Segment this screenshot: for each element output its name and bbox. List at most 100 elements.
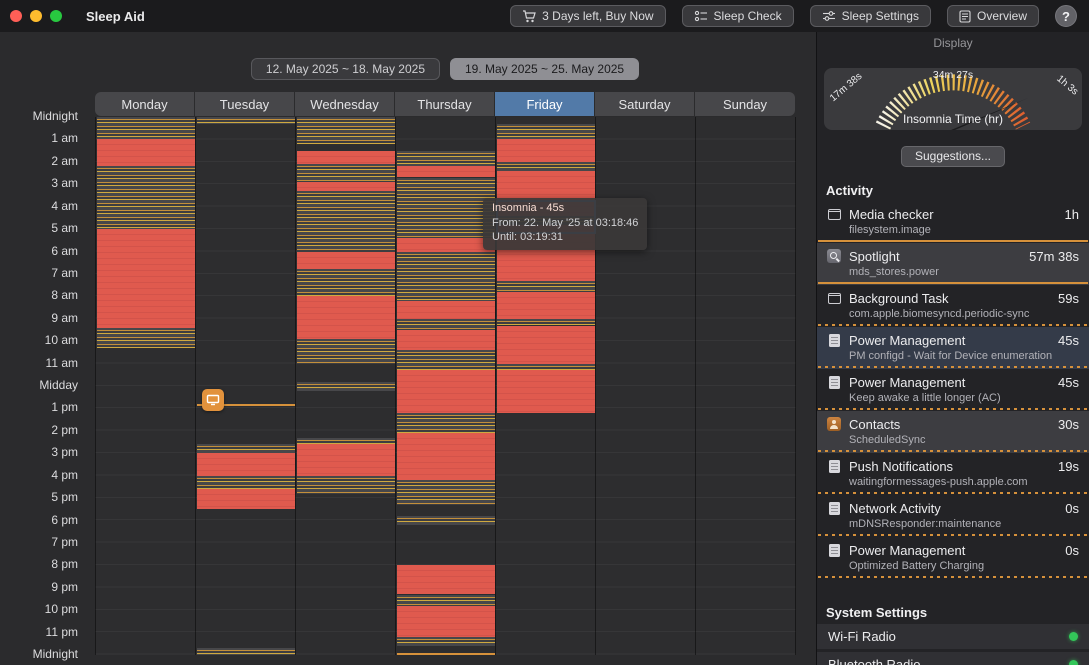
activity-stripes[interactable] [197, 475, 295, 490]
activity-stripes[interactable] [197, 648, 295, 655]
insomnia-block[interactable] [297, 150, 395, 165]
activity-stripes[interactable] [397, 318, 495, 330]
time-label-4: 4 am [51, 198, 78, 213]
insomnia-block[interactable] [397, 238, 495, 252]
activity-row-spotlight[interactable]: Spotlight 57m 38s mds_stores.power [817, 243, 1089, 285]
activity-duration: 45s [1058, 374, 1079, 390]
calendar-grid[interactable] [95, 117, 796, 655]
activity-stripes[interactable] [497, 363, 595, 371]
buy-now-button[interactable]: 3 Days left, Buy Now [510, 5, 666, 27]
activity-stripes[interactable] [397, 594, 495, 606]
activity-stripes[interactable] [97, 117, 195, 140]
day-header-monday[interactable]: Monday [95, 92, 195, 116]
tooltip-until: Until: 03:19:31 [492, 231, 563, 243]
insomnia-block[interactable] [397, 370, 495, 413]
insomnia-block[interactable] [297, 444, 395, 476]
day-header-tuesday[interactable]: Tuesday [195, 92, 295, 116]
insomnia-block[interactable] [297, 296, 395, 339]
suggestions-button[interactable]: Suggestions... [900, 146, 1006, 167]
activity-title: Contacts [849, 416, 901, 432]
day-header-saturday[interactable]: Saturday [595, 92, 695, 116]
activity-row-media-checker[interactable]: Media checker 1h filesystem.image [817, 201, 1089, 243]
activity-stripes[interactable] [297, 191, 395, 252]
day-column-sunday[interactable] [695, 117, 795, 655]
activity-stripes[interactable] [297, 164, 395, 182]
activity-stripes[interactable] [297, 475, 395, 494]
activity-row-line: Push Notifications 19s [826, 458, 1079, 474]
activity-stripes[interactable] [97, 327, 195, 348]
insomnia-block[interactable] [297, 251, 395, 270]
activity-stripes[interactable] [397, 637, 495, 647]
activity-row-power-management[interactable]: Power Management 0s Optimized Battery Char… [817, 537, 1089, 579]
activity-row-power-management[interactable]: Power Management 45s Keep awake a little l… [817, 369, 1089, 411]
time-label-13: 1 pm [51, 400, 78, 415]
activity-stripes[interactable] [297, 338, 395, 364]
help-button[interactable]: ? [1055, 5, 1077, 27]
week-tab-19-may-2025-25-may-2025[interactable]: 19. May 2025 ~ 25. May 2025 [450, 58, 640, 80]
activity-stripes[interactable] [397, 412, 495, 434]
day-column-tuesday[interactable] [195, 117, 295, 655]
activity-stripes[interactable] [397, 516, 495, 525]
sleep-settings-button[interactable]: Sleep Settings [809, 5, 931, 27]
insomnia-block[interactable] [397, 565, 495, 595]
insomnia-block[interactable] [297, 182, 395, 191]
activity-stripes[interactable] [497, 318, 595, 326]
day-header-thursday[interactable]: Thursday [395, 92, 495, 116]
insomnia-block[interactable] [97, 229, 195, 328]
activity-stripes[interactable] [497, 161, 595, 171]
system-row-wi-fi-radio[interactable]: Wi-Fi Radio [817, 624, 1089, 649]
activity-row-line: Media checker 1h [826, 206, 1079, 222]
day-header-sunday[interactable]: Sunday [695, 92, 795, 116]
activity-stripes[interactable] [497, 123, 595, 140]
activity-stripes[interactable] [97, 166, 195, 230]
insomnia-block[interactable] [497, 139, 595, 162]
activity-row-push-notifications[interactable]: Push Notifications 19s waitingformessages-… [817, 453, 1089, 495]
insomnia-block[interactable] [397, 433, 495, 481]
activity-stripes[interactable] [297, 381, 395, 391]
time-label-17: 5 pm [51, 490, 78, 505]
insomnia-block[interactable] [397, 166, 495, 178]
activity-stripes[interactable] [197, 117, 295, 124]
insomnia-block[interactable] [97, 139, 195, 167]
display-event-icon[interactable] [202, 389, 224, 411]
day-column-wednesday[interactable] [295, 117, 395, 655]
insomnia-block[interactable] [197, 453, 295, 476]
day-column-monday[interactable] [95, 117, 195, 655]
activity-row-network-activity[interactable]: Network Activity 0s mDNSResponder:maintena… [817, 495, 1089, 537]
activity-stripes[interactable] [397, 150, 495, 167]
insomnia-block[interactable] [397, 300, 495, 319]
doc-icon [826, 542, 842, 558]
sleep-check-button[interactable]: Sleep Check [681, 5, 794, 27]
activity-row-contacts[interactable]: Contacts 30s ScheduledSync [817, 411, 1089, 453]
insomnia-block[interactable] [497, 291, 595, 319]
insomnia-block[interactable] [397, 330, 495, 351]
close-window-button[interactable] [10, 10, 22, 22]
activity-stripes[interactable] [397, 350, 495, 371]
overview-button[interactable]: Overview [946, 5, 1039, 27]
activity-stripes[interactable] [397, 480, 495, 505]
insomnia-block[interactable] [497, 325, 595, 364]
insomnia-block[interactable] [497, 370, 595, 413]
activity-stripes[interactable] [397, 177, 495, 238]
activity-stripes[interactable] [297, 269, 395, 297]
zoom-window-button[interactable] [50, 10, 62, 22]
time-label-15: 3 pm [51, 445, 78, 460]
time-label-21: 9 pm [51, 579, 78, 594]
activity-stripes[interactable] [497, 280, 595, 292]
insomnia-block[interactable] [197, 489, 295, 510]
week-tab-12-may-2025-18-may-2025[interactable]: 12. May 2025 ~ 18. May 2025 [250, 58, 440, 80]
activity-stripes[interactable] [197, 444, 295, 454]
activity-line[interactable] [397, 652, 495, 655]
activity-stripes[interactable] [297, 437, 395, 445]
activity-stripes[interactable] [397, 251, 495, 301]
day-column-thursday[interactable] [395, 117, 495, 655]
system-row-bluetooth-radio[interactable]: Bluetooth Radio [817, 652, 1089, 665]
insomnia-block[interactable] [397, 605, 495, 638]
activity-row-background-task[interactable]: Background Task 59s com.apple.biomesyncd.p… [817, 285, 1089, 327]
activity-title: Media checker [849, 206, 934, 222]
minimize-window-button[interactable] [30, 10, 42, 22]
day-header-wednesday[interactable]: Wednesday [295, 92, 395, 116]
activity-row-power-management[interactable]: Power Management 45s PM configd - Wait for… [817, 327, 1089, 369]
activity-stripes[interactable] [297, 117, 395, 144]
day-header-friday[interactable]: Friday [495, 92, 595, 116]
